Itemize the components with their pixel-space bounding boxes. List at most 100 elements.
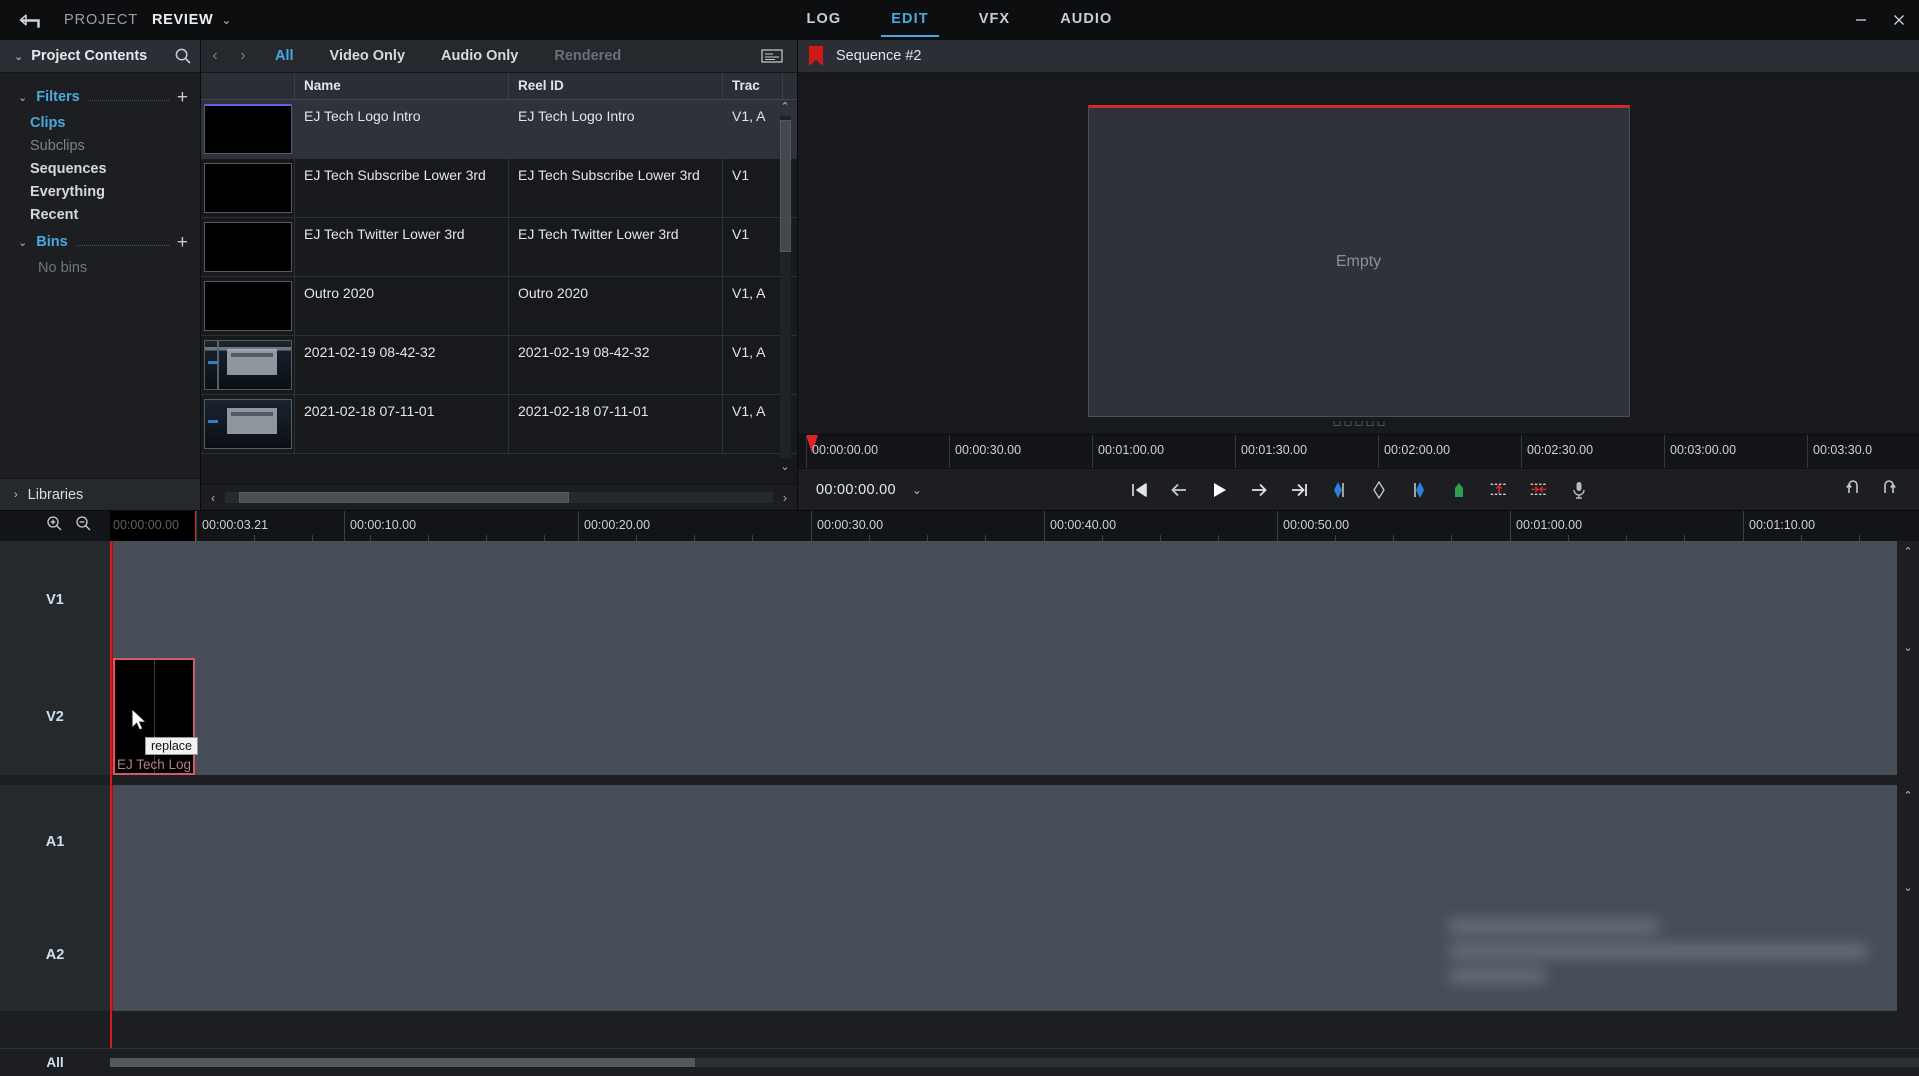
clip-thumbnail-cell[interactable] bbox=[201, 159, 295, 217]
chevron-down-icon[interactable]: ⌄ bbox=[221, 13, 231, 27]
sidebar-group-bins[interactable]: ⌄ Bins + bbox=[0, 228, 200, 256]
review-label[interactable]: REVIEW bbox=[152, 12, 213, 28]
track-header-a1[interactable]: A1 bbox=[0, 785, 110, 898]
tab-edit[interactable]: EDIT bbox=[881, 1, 940, 39]
clip-thumbnail-cell[interactable] bbox=[201, 277, 295, 335]
sidebar-item-clips[interactable]: Clips bbox=[0, 111, 200, 134]
step-forward-icon[interactable] bbox=[1249, 479, 1269, 501]
insert-edit-icon[interactable] bbox=[1489, 479, 1509, 501]
scroll-up-icon[interactable]: ⌃ bbox=[780, 100, 789, 114]
browser-next-button[interactable]: › bbox=[229, 47, 257, 65]
scroll-down-icon[interactable]: ⌄ bbox=[1903, 641, 1912, 654]
clip-thumbnail-cell[interactable] bbox=[201, 218, 295, 276]
clip-thumbnail-cell[interactable] bbox=[201, 336, 295, 394]
viewer-canvas[interactable]: Empty bbox=[798, 73, 1919, 434]
add-filter-button[interactable]: + bbox=[177, 88, 188, 107]
column-header-name[interactable]: Name bbox=[295, 73, 509, 99]
track-header-v2[interactable]: V2 bbox=[0, 658, 110, 775]
viewer-tick-label: 00:03:00.00 bbox=[1670, 443, 1737, 457]
timeline-horizontal-scrollbar[interactable] bbox=[110, 1058, 1919, 1067]
timeline-ruler[interactable]: 00:00:00.00 00:00:03.21 00:00:10.00 00:0… bbox=[0, 511, 1919, 541]
sidebar-item-sequences[interactable]: Sequences bbox=[0, 157, 200, 180]
table-row[interactable]: 2021-02-19 08-42-32 2021-02-19 08-42-32 … bbox=[201, 336, 797, 395]
browser-horizontal-scrollbar[interactable]: ‹ › bbox=[201, 484, 797, 510]
go-to-end-icon[interactable] bbox=[1289, 479, 1309, 501]
clip-thumbnail-cell[interactable] bbox=[201, 395, 295, 453]
step-back-icon[interactable] bbox=[1169, 479, 1189, 501]
scroll-down-icon[interactable]: ⌄ bbox=[780, 460, 789, 474]
zoom-out-icon[interactable] bbox=[75, 515, 92, 537]
resize-grip[interactable] bbox=[1333, 421, 1384, 426]
tab-vfx[interactable]: VFX bbox=[975, 1, 1015, 39]
sidebar-item-everything[interactable]: Everything bbox=[0, 180, 200, 203]
track-header-a2[interactable]: A2 bbox=[0, 898, 110, 1011]
scrollbar-thumb[interactable] bbox=[239, 492, 569, 503]
browser-filter-audio-only[interactable]: Audio Only bbox=[423, 40, 536, 73]
sidebar-item-recent[interactable]: Recent bbox=[0, 203, 200, 226]
loop-icon[interactable] bbox=[1845, 477, 1865, 502]
mark-out-icon[interactable] bbox=[1409, 479, 1429, 501]
zoom-in-icon[interactable] bbox=[46, 515, 63, 537]
browser-prev-button[interactable]: ‹ bbox=[201, 47, 229, 65]
table-row[interactable]: Outro 2020 Outro 2020 V1, A bbox=[201, 277, 797, 336]
audio-scroll-column[interactable]: ⌃ ⌄ bbox=[1897, 785, 1919, 898]
scrollbar-track[interactable] bbox=[779, 116, 791, 458]
thumbnail-image bbox=[203, 399, 292, 449]
scrollbar-track[interactable] bbox=[225, 492, 773, 503]
scrollbar-thumb[interactable] bbox=[110, 1058, 695, 1067]
scroll-down-icon[interactable]: ⌄ bbox=[1903, 881, 1912, 894]
track-lane-a1[interactable] bbox=[110, 785, 1897, 898]
minimize-button[interactable] bbox=[1853, 12, 1869, 28]
scroll-left-icon[interactable]: ‹ bbox=[201, 491, 225, 505]
add-marker-icon[interactable] bbox=[1449, 479, 1469, 501]
play-icon[interactable] bbox=[1209, 479, 1229, 501]
back-arrow-icon[interactable] bbox=[14, 8, 48, 32]
timeline-tick-label: 00:00:50.00 bbox=[1283, 518, 1350, 532]
timeline-tracks[interactable]: V1 ⌃ ⌄ V2 EJ Tech Log A1 ⌃ ⌄ A2 replace bbox=[0, 541, 1919, 1048]
table-row[interactable]: EJ Tech Logo Intro EJ Tech Logo Intro V1… bbox=[201, 100, 797, 159]
sidebar-group-filters[interactable]: ⌄ Filters + bbox=[0, 83, 200, 111]
sidebar-item-subclips[interactable]: Subclips bbox=[0, 134, 200, 157]
scroll-right-icon[interactable]: › bbox=[773, 491, 797, 505]
go-to-start-icon[interactable] bbox=[1129, 479, 1149, 501]
browser-filter-all[interactable]: All bbox=[257, 40, 312, 73]
track-row-a1[interactable]: A1 ⌃ ⌄ bbox=[0, 785, 1919, 898]
browser-vertical-scrollbar[interactable]: ⌃ ⌄ bbox=[779, 100, 791, 474]
track-row-v2[interactable]: V2 EJ Tech Log bbox=[0, 658, 1919, 775]
tab-log[interactable]: LOG bbox=[803, 1, 846, 39]
browser-filter-video-only[interactable]: Video Only bbox=[312, 40, 423, 73]
mark-clip-icon[interactable] bbox=[1369, 479, 1389, 501]
table-row[interactable]: EJ Tech Subscribe Lower 3rd EJ Tech Subs… bbox=[201, 159, 797, 218]
table-row[interactable]: 2021-02-18 07-11-01 2021-02-18 07-11-01 … bbox=[201, 395, 797, 454]
voice-over-icon[interactable] bbox=[1569, 479, 1589, 501]
search-icon[interactable] bbox=[174, 47, 192, 65]
timeline-clip[interactable]: EJ Tech Log bbox=[113, 658, 195, 775]
scrollbar-thumb[interactable] bbox=[779, 120, 791, 252]
loop-selection-icon[interactable] bbox=[1881, 477, 1901, 502]
timeline-playhead[interactable] bbox=[110, 541, 112, 1048]
tab-audio[interactable]: AUDIO bbox=[1056, 1, 1116, 39]
mark-in-icon[interactable] bbox=[1329, 479, 1349, 501]
viewer-frame[interactable]: Empty bbox=[1087, 104, 1630, 417]
track-header-v1[interactable]: V1 bbox=[0, 541, 110, 658]
close-button[interactable] bbox=[1891, 12, 1907, 28]
video-scroll-column[interactable]: ⌃ ⌄ bbox=[1897, 541, 1919, 658]
list-view-icon[interactable] bbox=[761, 48, 783, 64]
column-header-thumb[interactable] bbox=[201, 73, 295, 99]
add-bin-button[interactable]: + bbox=[177, 233, 188, 252]
column-header-reel-id[interactable]: Reel ID bbox=[509, 73, 723, 99]
timeline-scale[interactable]: 00:00:00.00 00:00:03.21 00:00:10.00 00:0… bbox=[110, 511, 1919, 541]
sidebar-libraries-section[interactable]: › Libraries bbox=[0, 478, 200, 510]
chevron-down-icon[interactable]: ⌄ bbox=[14, 50, 23, 63]
track-lane-v2[interactable]: EJ Tech Log bbox=[110, 658, 1897, 775]
table-row[interactable]: EJ Tech Twitter Lower 3rd EJ Tech Twitte… bbox=[201, 218, 797, 277]
viewer-timeline-ruler[interactable]: 00:00:00.00 00:00:30.00 00:01:00.00 00:0… bbox=[798, 434, 1919, 468]
scroll-up-icon[interactable]: ⌃ bbox=[1903, 789, 1912, 802]
track-row-v1[interactable]: V1 ⌃ ⌄ bbox=[0, 541, 1919, 658]
column-header-track[interactable]: Trac bbox=[723, 73, 783, 99]
overwrite-edit-icon[interactable] bbox=[1529, 479, 1549, 501]
track-lane-v1[interactable] bbox=[110, 541, 1897, 658]
clip-thumbnail-cell[interactable] bbox=[201, 100, 295, 158]
timeline-all-track-row[interactable]: All bbox=[0, 1048, 1919, 1076]
scroll-up-icon[interactable]: ⌃ bbox=[1903, 545, 1912, 558]
